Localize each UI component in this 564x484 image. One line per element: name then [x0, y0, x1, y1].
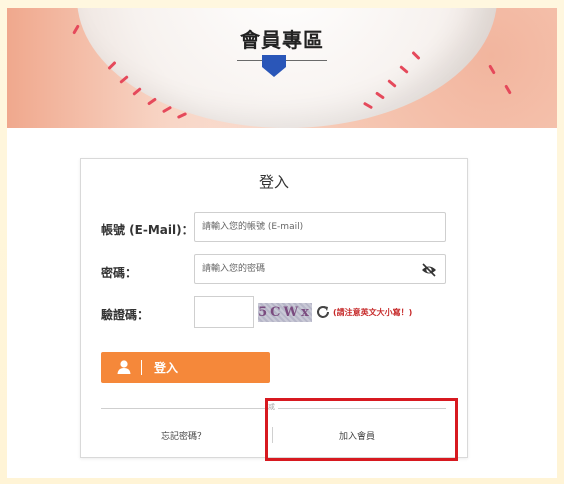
forgot-password-link[interactable]: 忘記密碼？: [161, 429, 206, 442]
page-title: 會員專區: [240, 28, 324, 52]
password-placeholder: 請輸入您的密碼: [202, 264, 266, 274]
highlight-box: [265, 398, 458, 461]
eye-slash-icon[interactable]: [421, 263, 437, 277]
stitch-decoration: [504, 84, 512, 95]
captcha-note: (請注意英文大小寫！): [333, 308, 413, 317]
refresh-icon[interactable]: [315, 304, 331, 320]
stitch-decoration: [161, 105, 173, 114]
password-label: 密碼：: [101, 266, 138, 280]
account-label: 帳號 (E-Mail)：: [101, 223, 194, 237]
login-button-label: 登入: [154, 361, 179, 375]
button-separator: [141, 360, 142, 375]
user-icon: [117, 360, 131, 374]
login-title: 登入: [258, 173, 289, 191]
account-input[interactable]: 請輸入您的帳號 (E-mail): [194, 212, 446, 242]
login-button[interactable]: 登入: [101, 352, 270, 383]
stitch-decoration: [488, 64, 496, 75]
stitch-decoration: [147, 97, 157, 106]
captcha-input[interactable]: [194, 296, 254, 328]
captcha-label: 驗證碼：: [101, 308, 150, 322]
stitch-decoration: [176, 112, 188, 119]
divider: [101, 408, 269, 409]
password-input[interactable]: 請輸入您的密碼: [194, 254, 446, 284]
account-placeholder: 請輸入您的帳號 (E-mail): [202, 222, 304, 232]
banner: 會員專區: [7, 8, 557, 128]
shield-marker-icon: [262, 55, 286, 77]
captcha-image: 5CWx: [258, 303, 312, 322]
